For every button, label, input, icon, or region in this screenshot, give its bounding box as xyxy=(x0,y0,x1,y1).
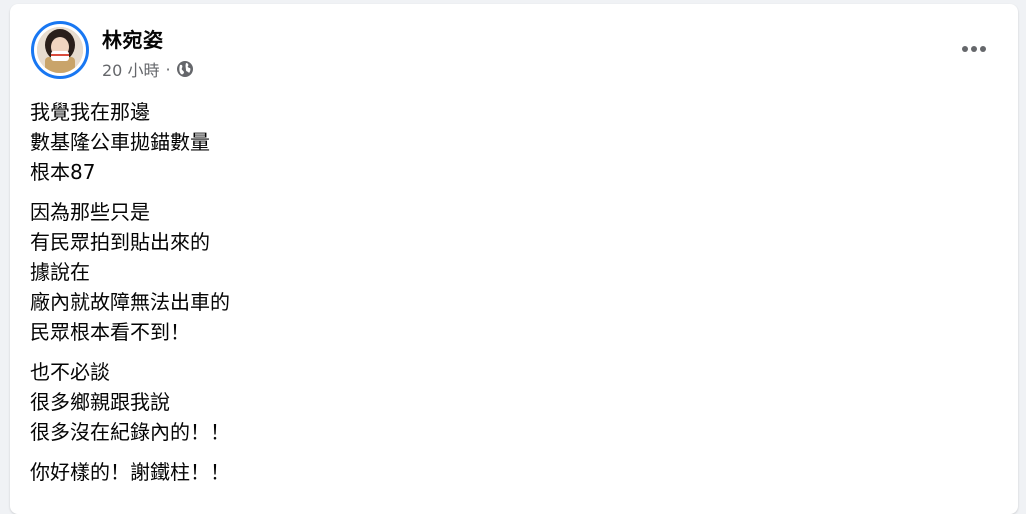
post-line: 廠內就故障無法出車的 xyxy=(30,290,230,314)
post-line: 因為那些只是 xyxy=(30,200,150,224)
post-line: 據說在 xyxy=(30,260,90,284)
post-line: 有民眾拍到貼出來的 xyxy=(30,230,210,254)
post-paragraph: 我覺我在那邊 數基隆公車拋錨數量 根本87 xyxy=(30,97,990,187)
avatar-story-ring[interactable] xyxy=(31,21,89,79)
avatar-photo xyxy=(37,27,83,73)
post-line: 數基隆公車拋錨數量 xyxy=(30,130,210,154)
post-line: 民眾根本看不到！ xyxy=(30,320,190,344)
post-line: 你好樣的！謝鐵柱！！ xyxy=(30,460,230,484)
meta-separator: · xyxy=(165,59,171,79)
post-paragraph: 你好樣的！謝鐵柱！！ xyxy=(30,457,990,487)
more-options-icon xyxy=(962,46,986,52)
post-line: 也不必談 xyxy=(30,360,110,384)
post-meta: 20 小時 · xyxy=(102,57,194,81)
author-name[interactable]: 林宛姿 xyxy=(102,24,164,53)
post-paragraph: 也不必談 很多鄉親跟我說 很多沒在紀錄內的！！ xyxy=(30,357,990,447)
post-line: 根本87 xyxy=(30,160,96,184)
post-timestamp[interactable]: 20 小時 xyxy=(102,57,159,81)
post-paragraph: 因為那些只是 有民眾拍到貼出來的 據說在 廠內就故障無法出車的 民眾根本看不到！ xyxy=(30,197,990,347)
post-line: 很多鄉親跟我說 xyxy=(30,390,170,414)
globe-icon[interactable] xyxy=(176,60,194,78)
more-options-button[interactable] xyxy=(954,34,994,64)
facebook-post: 林宛姿 20 小時 · 我覺我在那邊 數基隆公車拋錨數量 根本87 因為那些只是… xyxy=(10,4,1018,514)
post-line: 很多沒在紀錄內的！！ xyxy=(30,420,230,444)
post-body: 我覺我在那邊 數基隆公車拋錨數量 根本87 因為那些只是 有民眾拍到貼出來的 據… xyxy=(30,97,990,497)
avatar[interactable] xyxy=(37,27,83,73)
post-line: 我覺我在那邊 xyxy=(30,100,150,124)
